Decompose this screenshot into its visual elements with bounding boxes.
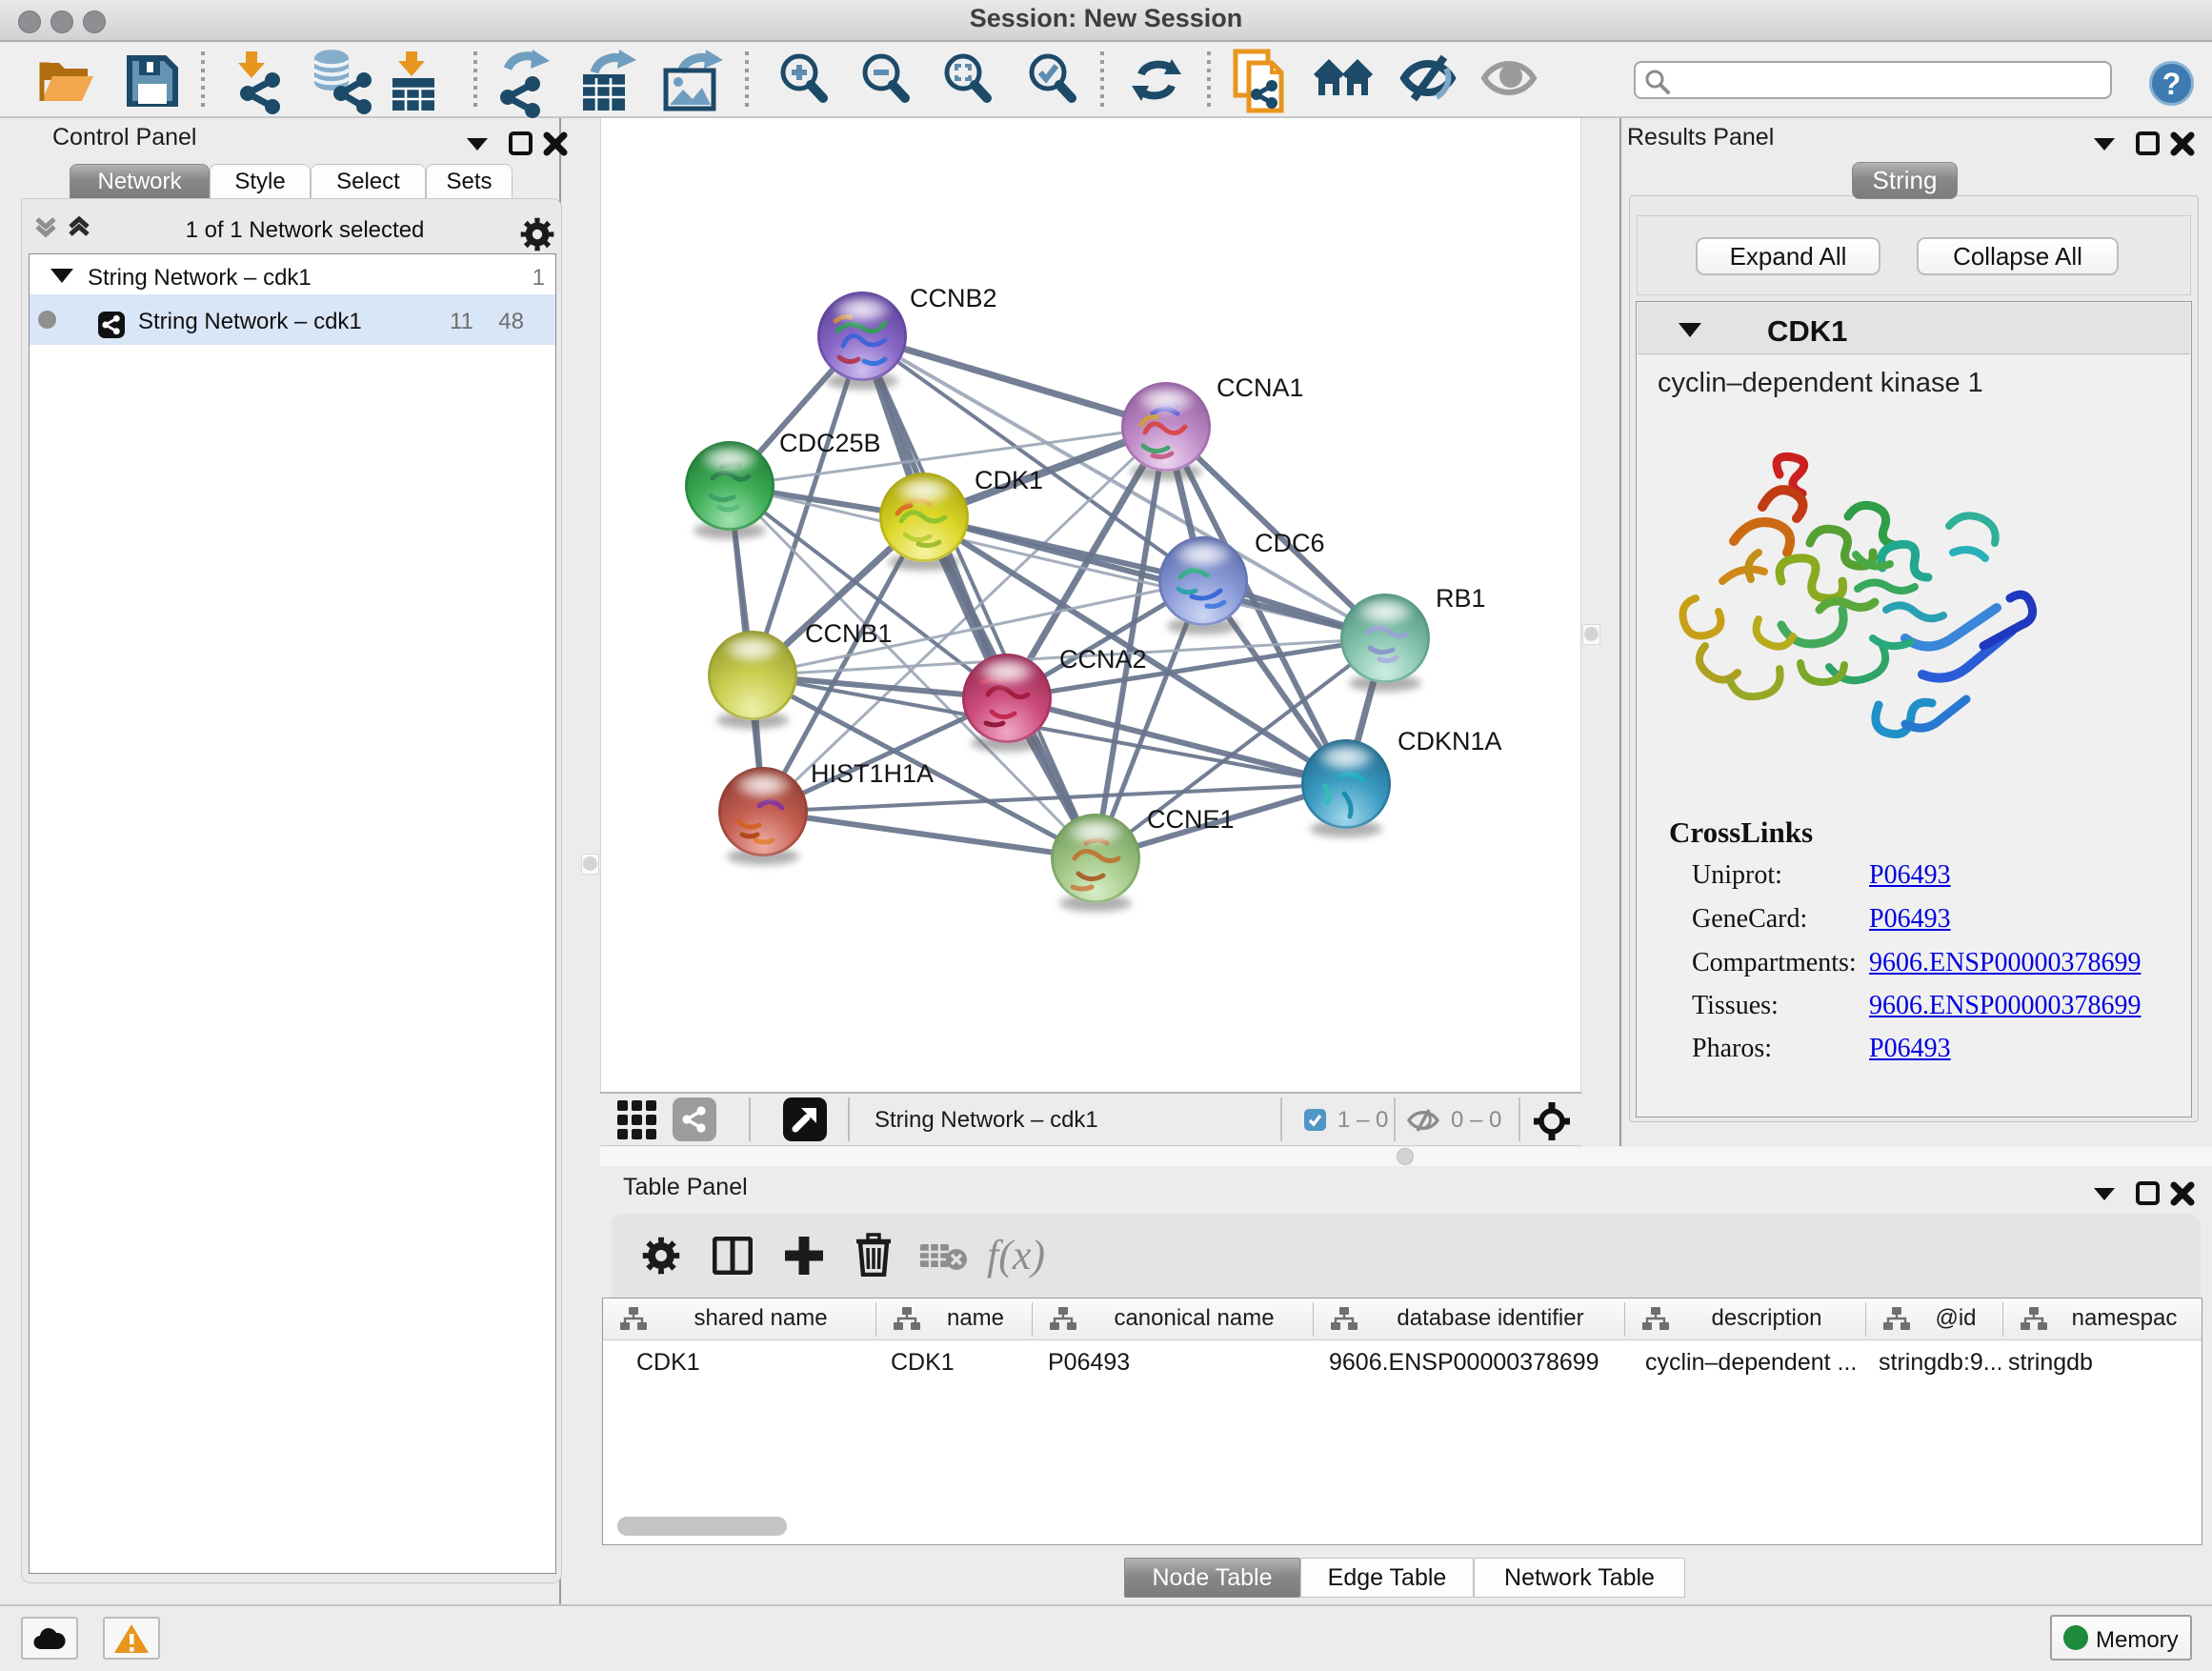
svg-text:CCNE1: CCNE1 bbox=[1147, 805, 1235, 834]
svg-text:CCNB2: CCNB2 bbox=[910, 284, 997, 312]
svg-text:CDC25B: CDC25B bbox=[779, 429, 881, 457]
svg-text:CDKN1A: CDKN1A bbox=[1398, 727, 1502, 755]
svg-text:CCNB1: CCNB1 bbox=[805, 619, 893, 648]
svg-text:CCNA2: CCNA2 bbox=[1059, 645, 1147, 674]
svg-text:CCNA1: CCNA1 bbox=[1217, 373, 1304, 402]
svg-text:CDC6: CDC6 bbox=[1255, 529, 1325, 557]
svg-text:CDK1: CDK1 bbox=[975, 466, 1043, 494]
svg-text:HIST1H1A: HIST1H1A bbox=[811, 759, 934, 788]
svg-text:RB1: RB1 bbox=[1436, 584, 1486, 613]
